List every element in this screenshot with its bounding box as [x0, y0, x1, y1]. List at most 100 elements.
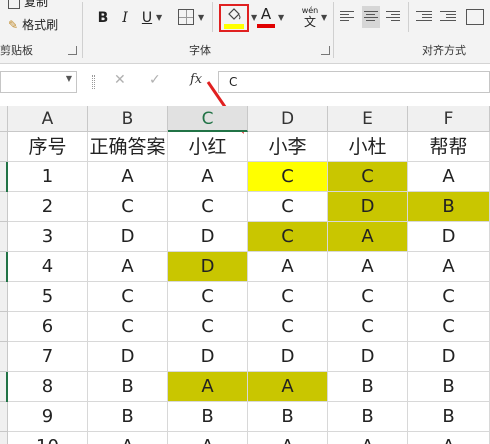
- row-header[interactable]: [0, 132, 8, 162]
- table-cell[interactable]: C: [88, 312, 168, 342]
- table-cell[interactable]: A: [168, 162, 248, 192]
- header-cell[interactable]: 小李: [248, 132, 328, 162]
- table-cell[interactable]: D: [248, 342, 328, 372]
- table-cell[interactable]: C: [328, 162, 408, 192]
- table-cell[interactable]: C: [408, 282, 490, 312]
- align-right-icon[interactable]: [386, 9, 404, 25]
- select-all-corner[interactable]: [0, 106, 8, 132]
- table-cell[interactable]: A: [408, 432, 490, 444]
- table-cell[interactable]: 6: [8, 312, 88, 342]
- table-cell[interactable]: C: [248, 192, 328, 222]
- name-box[interactable]: ▼: [0, 71, 77, 93]
- merge-center-icon[interactable]: [466, 9, 484, 25]
- table-cell[interactable]: B: [168, 402, 248, 432]
- table-cell[interactable]: D: [168, 342, 248, 372]
- table-cell[interactable]: 3: [8, 222, 88, 252]
- table-cell[interactable]: 1: [8, 162, 88, 192]
- column-header-b[interactable]: B: [88, 106, 168, 132]
- table-cell[interactable]: 7: [8, 342, 88, 372]
- table-cell[interactable]: A: [168, 432, 248, 444]
- table-cell[interactable]: D: [328, 342, 408, 372]
- header-cell[interactable]: 正确答案: [88, 132, 168, 162]
- table-cell[interactable]: A: [248, 252, 328, 282]
- phonetic-dropdown-icon[interactable]: ▼: [321, 13, 327, 22]
- table-cell[interactable]: 9: [8, 402, 88, 432]
- name-box-dropdown-icon[interactable]: ▼: [66, 74, 72, 83]
- table-cell[interactable]: A: [88, 432, 168, 444]
- header-cell[interactable]: 小红: [168, 132, 248, 162]
- table-cell[interactable]: B: [248, 402, 328, 432]
- align-center-icon[interactable]: [362, 6, 380, 28]
- table-cell[interactable]: 8: [8, 372, 88, 402]
- table-cell[interactable]: B: [88, 372, 168, 402]
- row-header[interactable]: [0, 432, 8, 444]
- table-cell[interactable]: B: [408, 402, 490, 432]
- column-header-a[interactable]: A: [8, 106, 88, 132]
- table-cell[interactable]: A: [248, 432, 328, 444]
- row-header[interactable]: [0, 192, 8, 222]
- row-header[interactable]: [0, 282, 8, 312]
- table-cell[interactable]: C: [168, 192, 248, 222]
- table-cell[interactable]: B: [328, 372, 408, 402]
- increase-indent-icon[interactable]: [440, 9, 458, 25]
- table-cell[interactable]: A: [248, 372, 328, 402]
- copy-button[interactable]: 复制: [8, 0, 48, 10]
- column-header-f[interactable]: F: [408, 106, 490, 132]
- row-header[interactable]: [0, 342, 8, 372]
- table-cell[interactable]: D: [408, 222, 490, 252]
- table-cell[interactable]: C: [248, 222, 328, 252]
- column-header-c[interactable]: C: [168, 106, 248, 132]
- table-cell[interactable]: C: [328, 282, 408, 312]
- table-cell[interactable]: B: [328, 402, 408, 432]
- column-header-e[interactable]: E: [328, 106, 408, 132]
- font-color-button[interactable]: A: [256, 5, 276, 31]
- align-left-icon[interactable]: [340, 9, 358, 25]
- phonetic-guide-button[interactable]: wén 文: [297, 6, 323, 30]
- table-cell[interactable]: A: [328, 222, 408, 252]
- table-cell[interactable]: D: [88, 222, 168, 252]
- format-painter-button[interactable]: ✎ 格式刷: [8, 17, 58, 33]
- table-cell[interactable]: 4: [8, 252, 88, 282]
- table-cell[interactable]: 5: [8, 282, 88, 312]
- table-cell[interactable]: D: [168, 252, 248, 282]
- decrease-indent-icon[interactable]: [416, 9, 434, 25]
- formula-grip-icon[interactable]: [92, 75, 95, 89]
- table-cell[interactable]: A: [88, 252, 168, 282]
- table-cell[interactable]: C: [248, 282, 328, 312]
- table-cell[interactable]: A: [408, 162, 490, 192]
- table-cell[interactable]: A: [328, 432, 408, 444]
- table-cell[interactable]: B: [88, 402, 168, 432]
- table-cell[interactable]: B: [408, 372, 490, 402]
- underline-button[interactable]: U: [138, 8, 156, 28]
- table-cell[interactable]: D: [168, 222, 248, 252]
- table-cell[interactable]: C: [248, 312, 328, 342]
- row-header[interactable]: [0, 222, 8, 252]
- table-cell[interactable]: D: [88, 342, 168, 372]
- table-cell[interactable]: C: [248, 162, 328, 192]
- enter-icon[interactable]: ✓: [149, 72, 161, 88]
- italic-button[interactable]: I: [116, 8, 134, 28]
- table-cell[interactable]: C: [168, 282, 248, 312]
- fill-color-button[interactable]: [219, 4, 249, 32]
- table-cell[interactable]: C: [408, 312, 490, 342]
- table-cell[interactable]: D: [328, 192, 408, 222]
- table-cell[interactable]: A: [168, 372, 248, 402]
- table-cell[interactable]: A: [328, 252, 408, 282]
- table-cell[interactable]: D: [408, 342, 490, 372]
- table-cell[interactable]: 2: [8, 192, 88, 222]
- table-cell[interactable]: C: [88, 282, 168, 312]
- table-cell[interactable]: A: [408, 252, 490, 282]
- underline-dropdown-icon[interactable]: ▼: [156, 13, 162, 22]
- cancel-icon[interactable]: ✕: [114, 72, 126, 88]
- table-cell[interactable]: C: [168, 312, 248, 342]
- column-header-d[interactable]: D: [248, 106, 328, 132]
- table-cell[interactable]: A: [88, 162, 168, 192]
- table-cell[interactable]: C: [88, 192, 168, 222]
- table-cell[interactable]: B: [408, 192, 490, 222]
- row-header[interactable]: [0, 312, 8, 342]
- borders-dropdown-icon[interactable]: ▼: [198, 13, 204, 22]
- borders-button[interactable]: [178, 9, 194, 25]
- bold-button[interactable]: B: [94, 8, 112, 28]
- header-cell[interactable]: 帮帮: [408, 132, 490, 162]
- row-header[interactable]: [0, 402, 8, 432]
